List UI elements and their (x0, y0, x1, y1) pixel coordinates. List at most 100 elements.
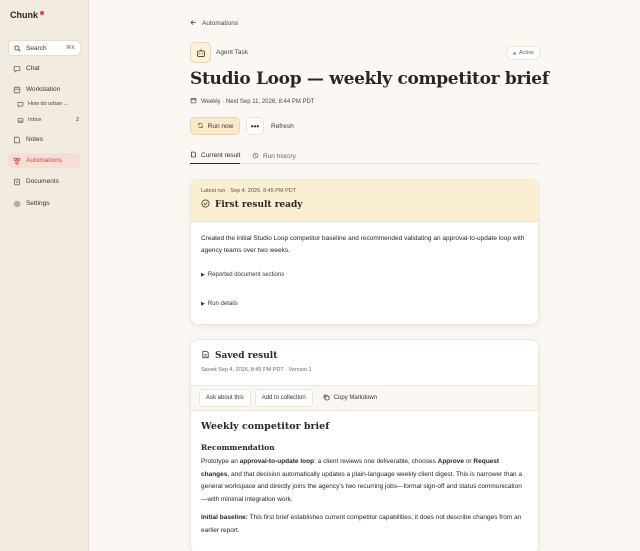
back-link-label: Automations (202, 20, 239, 27)
disclosure-label: Run details (207, 301, 238, 307)
action-label: Ask about this (206, 395, 244, 401)
notes-icon (12, 135, 21, 144)
caret-right-icon: ▶ (201, 301, 205, 307)
saved-result-actions: Ask about this Add to collection Copy Ma… (191, 385, 538, 411)
latest-run-card: Latest run · Sep 4, 2026, 8:45 PM PDT Fi… (190, 179, 539, 325)
recommendation-paragraph: Prototype an approval-to-update loop: a … (201, 456, 528, 506)
more-dots-icon: ••• (250, 121, 260, 131)
sidebar-subitem-label: Inbox (28, 117, 42, 123)
sidebar-subitem-thread[interactable]: How do urban ... (16, 98, 79, 110)
latest-run-summary: Created the initial Studio Loop competit… (201, 235, 525, 254)
copy-icon (323, 394, 330, 403)
inbox-icon (16, 116, 24, 124)
robot-icon (196, 48, 205, 57)
run-now-button[interactable]: Run now (190, 117, 240, 135)
latest-run-heading: First result ready (201, 199, 528, 211)
text-run: This first brief establishes current com… (201, 514, 522, 534)
latest-run-meta: Latest run · Sep 4, 2026, 8:45 PM PDT (201, 188, 297, 194)
sidebar-item-label: Settings (26, 200, 50, 207)
inbox-count-badge: 2 (75, 117, 79, 123)
add-to-collection-button[interactable]: Add to collection (254, 389, 313, 407)
task-type-icon-badge (190, 42, 211, 63)
status-dot (513, 51, 516, 55)
back-link[interactable]: Automations (190, 19, 238, 28)
text-run-bold: Initial baseline: (201, 514, 248, 521)
check-circle-icon (201, 199, 210, 211)
action-label: Add to collection (261, 395, 306, 401)
history-icon (252, 152, 259, 161)
tab-current-result[interactable]: Current result (190, 148, 241, 164)
sidebar-item-workstation[interactable]: Workstation (8, 82, 81, 97)
app-name: Chunk (10, 10, 38, 20)
action-label: Copy Markdown (333, 395, 378, 401)
status-label: Active (519, 50, 534, 56)
sidebar-item-label: Automations (26, 157, 63, 164)
disclosure-label: Reported document sections (207, 272, 285, 278)
baseline-paragraph: Initial baseline: This first brief estab… (201, 512, 528, 537)
schedule-info: Weekly · Next Sep 11, 2026, 8:44 PM PDT (190, 97, 315, 106)
reported-sections-toggle[interactable]: ▶ Reported document sections (201, 269, 528, 281)
sidebar-item-chat[interactable]: Chat (8, 61, 81, 76)
arrow-left-icon (190, 19, 197, 28)
chat-icon (12, 64, 21, 73)
result-tabs: Current result Run history (190, 148, 539, 164)
task-type-label: Agent Task (216, 49, 249, 56)
calendar-icon (190, 97, 197, 106)
saved-result-title: Saved result (215, 351, 278, 361)
text-run-bold: Approve (437, 458, 465, 465)
latest-run-title: First result ready (215, 200, 303, 210)
sidebar: Chunk Search ⌘K Chat Workstation How do … (0, 0, 89, 551)
documents-icon (12, 177, 21, 186)
search-button[interactable]: Search ⌘K (8, 40, 81, 56)
brand-dot (40, 11, 44, 15)
sidebar-item-label: Documents (26, 178, 59, 185)
saved-result-card: Saved result Saved Sep 4, 2026, 8:45 PM … (190, 339, 539, 551)
latest-run-body: Created the initial Studio Loop competit… (191, 222, 538, 321)
refresh-label: Refresh (271, 122, 294, 130)
app-logo[interactable]: Chunk (10, 10, 44, 20)
gear-icon (12, 199, 21, 208)
schedule-text: Weekly · Next Sep 11, 2026, 8:44 PM PDT (201, 98, 315, 105)
document-icon (190, 151, 197, 160)
ask-about-this-button[interactable]: Ask about this (199, 389, 251, 407)
sidebar-item-automations[interactable]: Automations (8, 153, 81, 168)
text-run: or (464, 458, 474, 465)
more-options-button[interactable]: ••• (246, 117, 264, 135)
saved-result-meta: Saved Sep 4, 2026, 8:45 PM PDT · Version… (201, 367, 312, 373)
saved-result-header: Saved result Saved Sep 4, 2026, 8:45 PM … (191, 340, 538, 385)
saved-result-heading: Saved result (201, 350, 528, 362)
tab-label: Run history (263, 152, 296, 160)
caret-right-icon: ▶ (201, 272, 205, 278)
refresh-cycle-icon (197, 122, 204, 131)
refresh-button[interactable]: Refresh (268, 117, 297, 135)
sidebar-item-documents[interactable]: Documents (8, 174, 81, 189)
sidebar-item-notes[interactable]: Notes (8, 132, 81, 147)
document-title: Weekly competitor brief (201, 421, 330, 432)
document-icon (201, 350, 210, 362)
copy-markdown-button[interactable]: Copy Markdown (317, 389, 383, 407)
search-shortcut: ⌘K (65, 45, 75, 51)
sidebar-subitem-inbox[interactable]: Inbox 2 (16, 114, 79, 126)
tab-run-history[interactable]: Run history (252, 148, 296, 164)
text-run-bold: approval-to-update loop (239, 458, 315, 465)
search-label: Search (26, 44, 47, 52)
status-badge: Active (506, 46, 541, 60)
saved-result-document: Weekly competitor brief Recommendation P… (191, 411, 538, 547)
sidebar-item-label: Workstation (26, 86, 61, 93)
sidebar-item-settings[interactable]: Settings (8, 196, 81, 211)
sidebar-item-label: Chat (26, 65, 40, 72)
run-now-label: Run now (207, 122, 234, 130)
search-icon (14, 44, 21, 52)
text-run: Prototype an (201, 458, 240, 465)
latest-run-header: Latest run · Sep 4, 2026, 8:45 PM PDT Fi… (191, 180, 538, 222)
tab-label: Current result (201, 152, 241, 159)
page-title: Studio Loop — weekly competitor brief (190, 69, 549, 89)
text-run: : a client reviews one deliverable, choo… (314, 458, 438, 465)
workstation-icon (12, 85, 21, 94)
sidebar-subitem-label: How do urban ... (28, 101, 69, 107)
sidebar-item-label: Notes (26, 136, 43, 143)
run-details-toggle[interactable]: ▶ Run details (201, 298, 528, 310)
automations-icon (12, 156, 21, 165)
document-section-heading: Recommendation (201, 443, 275, 452)
text-run: , and that decision automatically update… (201, 470, 523, 503)
